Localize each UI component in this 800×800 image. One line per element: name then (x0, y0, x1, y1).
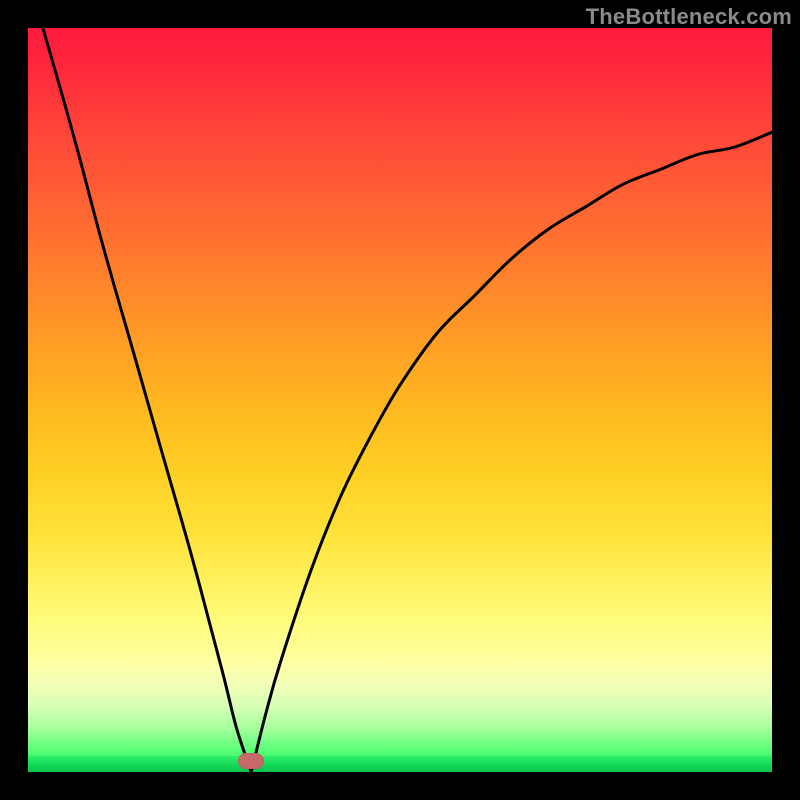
curve-right-branch (251, 132, 772, 772)
watermark-text: TheBottleneck.com (586, 4, 792, 30)
curve-left-branch (43, 28, 251, 772)
optimum-marker (238, 753, 264, 769)
plot-area (28, 28, 772, 772)
bottleneck-curve (28, 28, 772, 772)
chart-frame: TheBottleneck.com (0, 0, 800, 800)
